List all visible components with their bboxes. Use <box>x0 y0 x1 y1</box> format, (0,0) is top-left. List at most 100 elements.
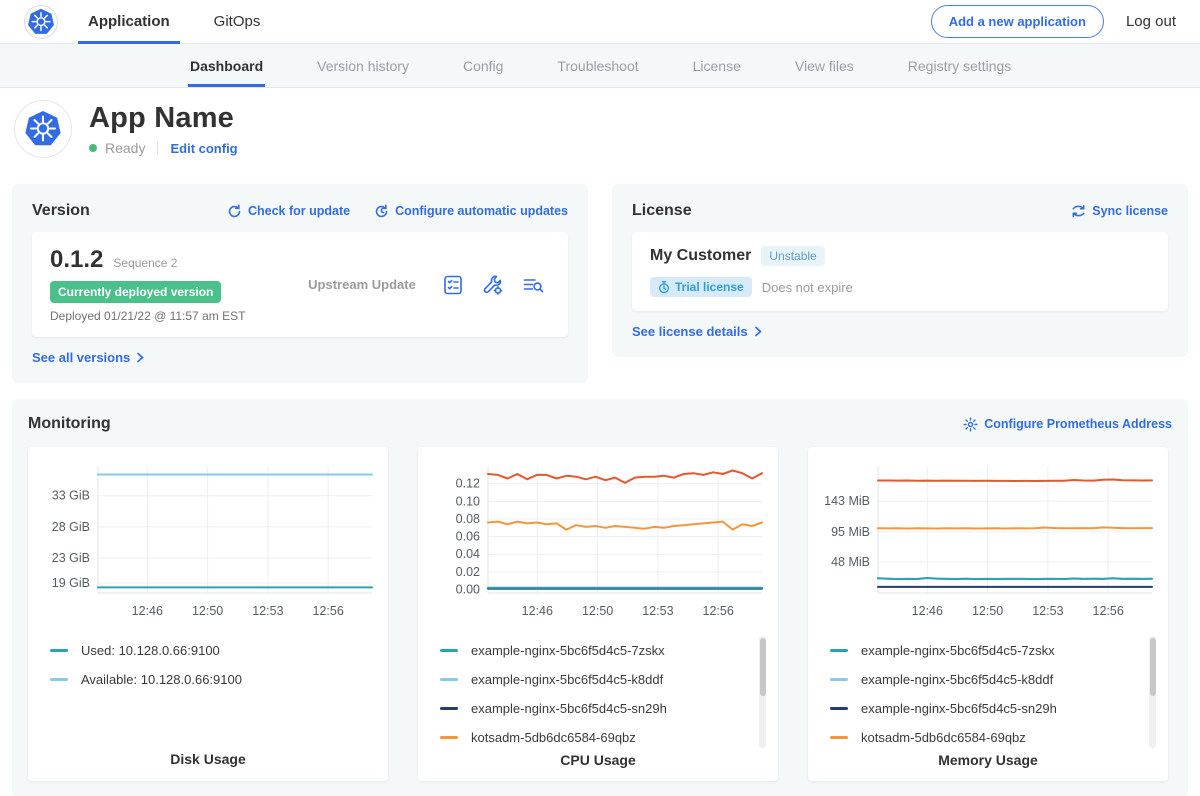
tab-application[interactable]: Application <box>84 0 174 43</box>
tab-license[interactable]: License <box>691 44 743 87</box>
svg-text:12:46: 12:46 <box>132 604 163 618</box>
sync-license-link[interactable]: Sync license <box>1071 204 1168 218</box>
tab-view-files[interactable]: View files <box>793 44 856 87</box>
legend-scrollbar-thumb[interactable] <box>760 638 766 696</box>
version-action-icons <box>442 274 550 296</box>
chart-title: CPU Usage <box>426 752 770 768</box>
version-info: 0.1.2 Sequence 2 Currently deployed vers… <box>50 246 282 323</box>
tab-config[interactable]: Config <box>461 44 505 87</box>
legend-item: example-nginx-5bc6f5d4c5-7zskx <box>830 636 1140 665</box>
svg-text:12:46: 12:46 <box>522 604 553 618</box>
svg-text:0.12: 0.12 <box>456 477 480 491</box>
svg-text:33 GiB: 33 GiB <box>52 489 90 503</box>
legend-swatch-icon <box>830 649 848 652</box>
svg-text:12:50: 12:50 <box>582 604 613 618</box>
see-license-details-label: See license details <box>632 324 748 339</box>
svg-text:0.10: 0.10 <box>456 494 480 508</box>
configure-automatic-updates-label: Configure automatic updates <box>395 204 568 218</box>
legend-item: example-nginx-5bc6f5d4c5-7zskx <box>440 636 750 665</box>
monitoring-title: Monitoring <box>28 415 111 433</box>
see-license-details-link[interactable]: See license details <box>632 324 763 339</box>
check-for-update-label: Check for update <box>248 204 350 218</box>
status-divider <box>157 141 158 155</box>
svg-text:48 MiB: 48 MiB <box>831 555 870 569</box>
sync-arrows-icon <box>1071 204 1086 218</box>
deployed-timestamp: Deployed 01/21/22 @ 11:57 am EST <box>50 309 282 323</box>
svg-text:12:53: 12:53 <box>642 604 673 618</box>
legend-label: Available: 10.128.0.66:9100 <box>81 672 242 687</box>
disk-usage-chart: 33 GiB28 GiB23 GiB19 GiB12:4612:5012:531… <box>36 459 380 630</box>
cards-row: Version Check for update Configure autom… <box>0 172 1200 399</box>
monitoring-header: Monitoring Configure Prometheus Address <box>28 415 1172 433</box>
tab-version-history[interactable]: Version history <box>315 44 411 87</box>
check-for-update-link[interactable]: Check for update <box>227 204 350 219</box>
memory-usage-chart: 143 MiB95 MiB48 MiB12:4612:5012:5312:56 <box>816 459 1160 630</box>
tab-gitops[interactable]: GitOps <box>210 0 265 43</box>
legend-item: example-nginx-5bc6f5d4c5-sn29h <box>830 694 1140 723</box>
svg-text:0.00: 0.00 <box>456 582 480 596</box>
tab-dashboard-label: Dashboard <box>190 58 263 74</box>
chart-title: Disk Usage <box>36 751 380 767</box>
legend-item: kotsadm-5db6dc6584-69qbz <box>830 723 1140 752</box>
configure-prometheus-link[interactable]: Configure Prometheus Address <box>963 417 1172 432</box>
legend-scrollbar[interactable] <box>1149 636 1156 748</box>
legend-scrollbar[interactable] <box>759 636 766 748</box>
configure-automatic-updates-link[interactable]: Configure automatic updates <box>374 204 568 219</box>
svg-text:0.06: 0.06 <box>456 530 480 544</box>
disk-usage-legend: Used: 10.128.0.66:9100 Available: 10.128.… <box>50 636 380 751</box>
cpu-usage-chart-card: 0.120.100.080.060.040.020.0012:4612:5012… <box>418 447 778 781</box>
legend-label: kotsadm-5db6dc6584-69qbz <box>471 730 636 745</box>
customer-name: My Customer <box>650 247 751 265</box>
see-all-versions-link[interactable]: See all versions <box>32 350 145 365</box>
top-nav-bar: Application GitOps Add a new application… <box>0 0 1200 44</box>
tab-registry-settings-label: Registry settings <box>908 58 1011 74</box>
chevron-right-icon <box>754 326 763 337</box>
svg-text:0.02: 0.02 <box>456 565 480 579</box>
config-wrench-icon[interactable] <box>482 274 504 296</box>
legend-swatch-icon <box>440 649 458 652</box>
tab-troubleshoot[interactable]: Troubleshoot <box>555 44 640 87</box>
tab-view-files-label: View files <box>795 58 854 74</box>
app-header: App Name Ready Edit config <box>0 88 1200 172</box>
legend-label: kotsadm-5db6dc6584-69qbz <box>861 730 1026 745</box>
svg-text:12:46: 12:46 <box>912 604 943 618</box>
legend-label: example-nginx-5bc6f5d4c5-k8ddf <box>471 672 663 687</box>
svg-text:12:56: 12:56 <box>313 604 344 618</box>
app-title-block: App Name Ready Edit config <box>89 102 238 156</box>
legend-label: example-nginx-5bc6f5d4c5-7zskx <box>861 643 1055 658</box>
legend-label: example-nginx-5bc6f5d4c5-k8ddf <box>861 672 1053 687</box>
tab-registry-settings[interactable]: Registry settings <box>906 44 1013 87</box>
top-nav-tabs: Application GitOps <box>84 0 300 43</box>
legend-swatch-icon <box>830 707 848 710</box>
add-application-button[interactable]: Add a new application <box>931 5 1104 38</box>
legend-scrollbar-thumb[interactable] <box>1150 638 1156 696</box>
memory-usage-chart-card: 143 MiB95 MiB48 MiB12:4612:5012:5312:56 … <box>808 447 1168 781</box>
legend-swatch-icon <box>50 649 68 652</box>
legend-item: example-nginx-5bc6f5d4c5-k8ddf <box>440 665 750 694</box>
license-type-label: Trial license <box>675 280 744 294</box>
kubernetes-logo-icon[interactable] <box>24 5 58 39</box>
tab-troubleshoot-label: Troubleshoot <box>557 58 638 74</box>
svg-text:95 MiB: 95 MiB <box>831 525 870 539</box>
legend-swatch-icon <box>830 736 848 739</box>
legend-label: Used: 10.128.0.66:9100 <box>81 643 220 658</box>
license-details-card: My Customer Unstable Trial license Does … <box>632 232 1168 311</box>
logout-button[interactable]: Log out <box>1126 13 1176 30</box>
edit-config-link[interactable]: Edit config <box>170 141 237 156</box>
svg-text:23 GiB: 23 GiB <box>52 551 90 565</box>
preflight-checks-icon[interactable] <box>442 274 464 296</box>
version-number: 0.1.2 <box>50 246 103 274</box>
svg-text:12:56: 12:56 <box>1093 604 1124 618</box>
legend-item: example-nginx-5bc6f5d4c5-k8ddf <box>830 665 1140 694</box>
svg-text:28 GiB: 28 GiB <box>52 520 90 534</box>
status-badge: Ready <box>105 140 145 156</box>
chart-title: Memory Usage <box>816 752 1160 768</box>
tab-dashboard[interactable]: Dashboard <box>188 44 265 87</box>
license-panel-title: License <box>632 202 692 220</box>
app-status-row: Ready Edit config <box>89 140 238 156</box>
tab-application-label: Application <box>88 13 170 30</box>
license-expiry: Does not expire <box>762 280 853 295</box>
version-source-label: Upstream Update <box>282 277 442 292</box>
refresh-icon <box>227 204 242 219</box>
deploy-logs-icon[interactable] <box>522 274 544 296</box>
